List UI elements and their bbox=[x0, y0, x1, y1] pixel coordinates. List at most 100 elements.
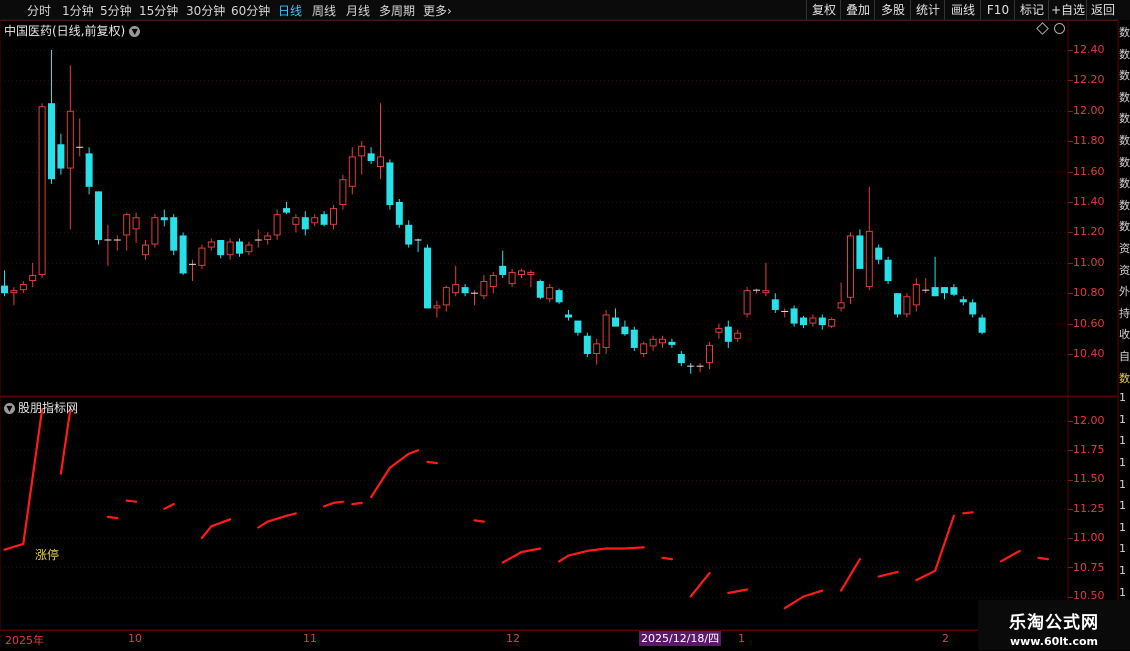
stock-title-text: 中国医药(日线,前复权) bbox=[4, 24, 126, 38]
candle-body bbox=[518, 270, 525, 275]
price-pane-frame bbox=[0, 19, 1119, 397]
right-strip-char: 数 bbox=[1119, 47, 1130, 61]
right-strip-char: 数 bbox=[1119, 155, 1130, 169]
candle-body bbox=[245, 244, 253, 253]
candle-body bbox=[367, 153, 375, 161]
price-tick: 12.00 bbox=[1073, 104, 1105, 117]
right-strip-char: 1 bbox=[1119, 542, 1126, 556]
right-strip-char: 1 bbox=[1119, 456, 1126, 469]
candle-body bbox=[198, 247, 206, 266]
candle bbox=[734, 329, 742, 342]
circle-icon[interactable] bbox=[1054, 23, 1065, 34]
watermark-logo: 乐淘公式网 www.60lt.com bbox=[978, 600, 1130, 650]
candle-body bbox=[320, 214, 328, 225]
indicator-line-segment bbox=[200, 518, 232, 540]
indicator-tick: 11.00 bbox=[1073, 531, 1105, 544]
candle bbox=[884, 256, 892, 285]
candle-body bbox=[884, 259, 892, 282]
candle-body bbox=[95, 191, 102, 240]
candle bbox=[132, 212, 140, 244]
candle bbox=[292, 214, 300, 233]
indicator-line-segment bbox=[323, 500, 344, 508]
candle bbox=[405, 220, 413, 248]
candle bbox=[771, 293, 779, 313]
candle-body bbox=[574, 320, 582, 333]
candle-body bbox=[969, 302, 977, 315]
candle bbox=[348, 147, 356, 195]
indicator-line-segment bbox=[999, 549, 1021, 563]
indicator-line-segment bbox=[370, 449, 420, 499]
candle-body bbox=[19, 284, 27, 291]
candle bbox=[847, 232, 854, 304]
candle bbox=[489, 271, 497, 294]
date-tick: 12 bbox=[506, 632, 520, 645]
candle-body bbox=[292, 217, 300, 225]
chevron-down-icon[interactable]: ▼ bbox=[4, 403, 15, 414]
candle-body bbox=[85, 153, 93, 187]
candle-body bbox=[10, 290, 18, 294]
indicator-line-segment bbox=[125, 499, 138, 503]
candle-body bbox=[301, 217, 309, 230]
candle bbox=[527, 270, 535, 288]
candle-body bbox=[818, 317, 826, 326]
price-tick: 10.60 bbox=[1073, 317, 1105, 330]
candle bbox=[320, 211, 328, 227]
chevron-down-icon[interactable]: ▼ bbox=[129, 26, 141, 37]
candle-body bbox=[48, 103, 55, 180]
candle bbox=[57, 133, 65, 175]
indicator-line-segment bbox=[661, 556, 674, 561]
candle-body bbox=[38, 106, 46, 275]
candle-body bbox=[837, 302, 845, 309]
candle bbox=[236, 238, 243, 257]
candle bbox=[264, 232, 272, 245]
candle-body bbox=[442, 287, 450, 306]
right-strip-char: 1 bbox=[1119, 564, 1126, 577]
right-strip-char: 数 bbox=[1119, 134, 1130, 147]
indicator-line-segment bbox=[473, 519, 485, 523]
price-tick: 10.40 bbox=[1073, 347, 1105, 360]
price-tick: 11.20 bbox=[1073, 225, 1105, 238]
candle-body bbox=[743, 290, 751, 315]
candle bbox=[828, 317, 836, 329]
candle-body bbox=[377, 156, 384, 168]
right-strip-char: 1 bbox=[1119, 391, 1126, 405]
kline-chart[interactable] bbox=[0, 0, 1130, 650]
candle bbox=[499, 250, 507, 278]
candle bbox=[301, 211, 309, 236]
right-strip-char: 数 bbox=[1119, 69, 1130, 83]
price-tick: 11.40 bbox=[1073, 195, 1105, 208]
candle bbox=[922, 278, 930, 294]
indicator-line-segment bbox=[351, 501, 363, 506]
indicator-tick: 11.25 bbox=[1073, 502, 1105, 515]
candle-body bbox=[875, 247, 883, 260]
candle-body bbox=[668, 341, 676, 345]
indicator-line-segment bbox=[689, 571, 711, 598]
indicator-line-segment bbox=[1037, 556, 1050, 561]
candle bbox=[565, 309, 572, 321]
right-strip-char: 数 bbox=[1119, 371, 1130, 385]
indicator-title[interactable]: ▼ 股朋指标网 bbox=[4, 399, 78, 416]
candle-body bbox=[151, 217, 159, 245]
indicator-line-segment bbox=[557, 546, 645, 563]
candle-body bbox=[941, 287, 948, 294]
candle-body bbox=[527, 271, 535, 275]
candle bbox=[668, 338, 676, 348]
candle bbox=[593, 338, 601, 365]
stock-title[interactable]: 中国医药(日线,前复权) ▼ bbox=[4, 22, 141, 39]
candle-body bbox=[123, 214, 131, 236]
candle-body bbox=[856, 235, 864, 269]
right-strip-char: 收 bbox=[1119, 328, 1130, 342]
candle-body bbox=[508, 271, 516, 285]
candle-body bbox=[489, 274, 497, 288]
candle bbox=[95, 191, 102, 245]
candle-body bbox=[405, 224, 413, 245]
candle-body bbox=[283, 208, 290, 213]
watermark-title: 乐淘公式网 bbox=[1009, 613, 1099, 633]
candle-body bbox=[433, 305, 441, 309]
candle bbox=[113, 235, 121, 251]
candle-body bbox=[461, 287, 469, 294]
candle bbox=[894, 293, 901, 318]
candle bbox=[377, 103, 384, 180]
candle bbox=[226, 238, 234, 260]
candle bbox=[583, 332, 591, 358]
